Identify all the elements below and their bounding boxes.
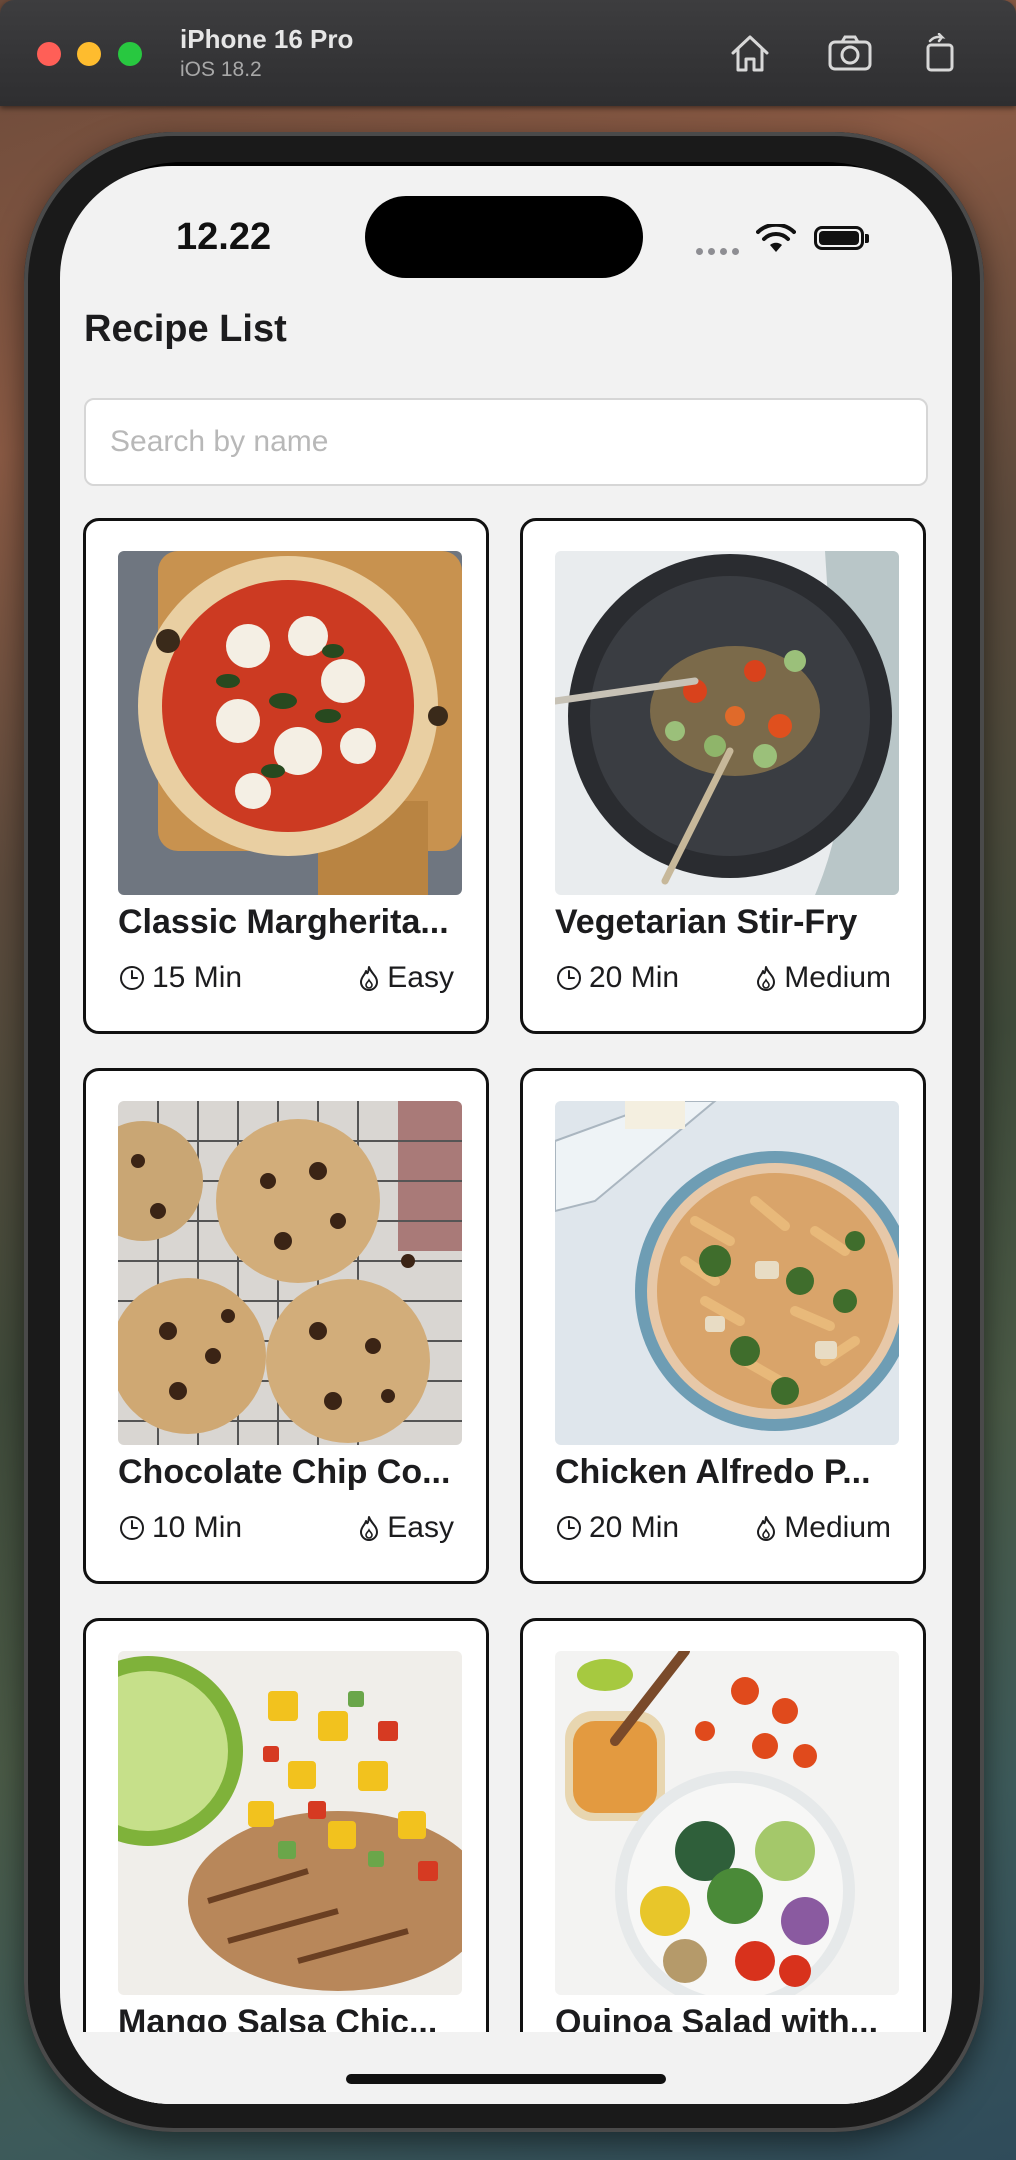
- recipe-title: Classic Margherita...: [118, 903, 449, 941]
- recipe-title: Chicken Alfredo P...: [555, 1453, 871, 1491]
- recipe-image: [555, 1651, 899, 1995]
- clock-icon: [557, 1516, 581, 1540]
- tab-area-background: [60, 2032, 952, 2104]
- camera-icon: [828, 35, 872, 71]
- recipe-difficulty: Medium: [754, 961, 891, 995]
- clock-icon: [557, 966, 581, 990]
- recipe-difficulty: Medium: [754, 1511, 891, 1545]
- window-title: iPhone 16 Pro: [180, 24, 354, 54]
- recipe-difficulty: Easy: [357, 961, 454, 995]
- close-window-button[interactable]: [37, 42, 61, 66]
- status-time: 12.22: [176, 216, 272, 258]
- recipe-time-label: 20 Min: [589, 961, 680, 994]
- recipe-difficulty-label: Easy: [387, 1511, 454, 1544]
- recipe-image: [118, 1101, 462, 1445]
- recipe-image: [118, 1651, 462, 1995]
- flame-icon: [360, 966, 379, 991]
- recipe-image: [118, 551, 462, 895]
- search-input[interactable]: [84, 398, 928, 486]
- recipe-title: Chocolate Chip Co...: [118, 1453, 451, 1491]
- recipe-time: 10 Min: [118, 1511, 242, 1545]
- wifi-icon: [756, 224, 796, 252]
- recipe-time: 15 Min: [118, 961, 242, 995]
- recipe-time: 20 Min: [555, 1511, 679, 1545]
- flame-icon: [360, 1516, 379, 1541]
- recipe-difficulty-label: Easy: [387, 961, 454, 994]
- recipe-image: [555, 551, 899, 895]
- recipe-card[interactable]: Classic Margherita... 15 Min Easy: [83, 518, 489, 1034]
- minimize-window-button[interactable]: [77, 42, 101, 66]
- recipe-time-label: 20 Min: [589, 1511, 680, 1544]
- recipe-card[interactable]: Chocolate Chip Co... 10 Min Easy: [83, 1068, 489, 1584]
- home-icon: [731, 35, 769, 72]
- rotate-button[interactable]: [912, 26, 968, 80]
- dynamic-island: [365, 196, 643, 278]
- home-indicator[interactable]: [346, 2074, 666, 2084]
- home-button[interactable]: [722, 26, 778, 80]
- signal-icon: [696, 242, 744, 260]
- recipe-image: [555, 1101, 899, 1445]
- recipe-card[interactable]: Vegetarian Stir-Fry 20 Min Medium: [520, 518, 926, 1034]
- page-title: Recipe List: [84, 308, 287, 350]
- clock-icon: [120, 966, 144, 990]
- zoom-window-button[interactable]: [118, 42, 142, 66]
- recipe-time: 20 Min: [555, 961, 679, 995]
- recipe-difficulty-label: Medium: [784, 1511, 891, 1544]
- device-screen: 12.22 Recipe List Search by name Classic…: [60, 166, 952, 2104]
- recipe-title: Vegetarian Stir-Fry: [555, 903, 858, 941]
- recipe-difficulty: Easy: [357, 1511, 454, 1545]
- recipe-card[interactable]: Chicken Alfredo P... 20 Min Medium: [520, 1068, 926, 1584]
- simulator-titlebar: iPhone 16 Pro iOS 18.2: [0, 0, 1016, 106]
- recipe-time-label: 15 Min: [152, 961, 243, 994]
- flame-icon: [757, 1516, 776, 1541]
- recipe-time-label: 10 Min: [152, 1511, 243, 1544]
- recipe-difficulty-label: Medium: [784, 961, 891, 994]
- window-subtitle: iOS 18.2: [180, 58, 262, 81]
- clock-icon: [120, 1516, 144, 1540]
- battery-icon: [814, 226, 869, 250]
- flame-icon: [757, 966, 776, 991]
- rotate-icon: [926, 33, 954, 72]
- screenshot-button[interactable]: [822, 26, 878, 80]
